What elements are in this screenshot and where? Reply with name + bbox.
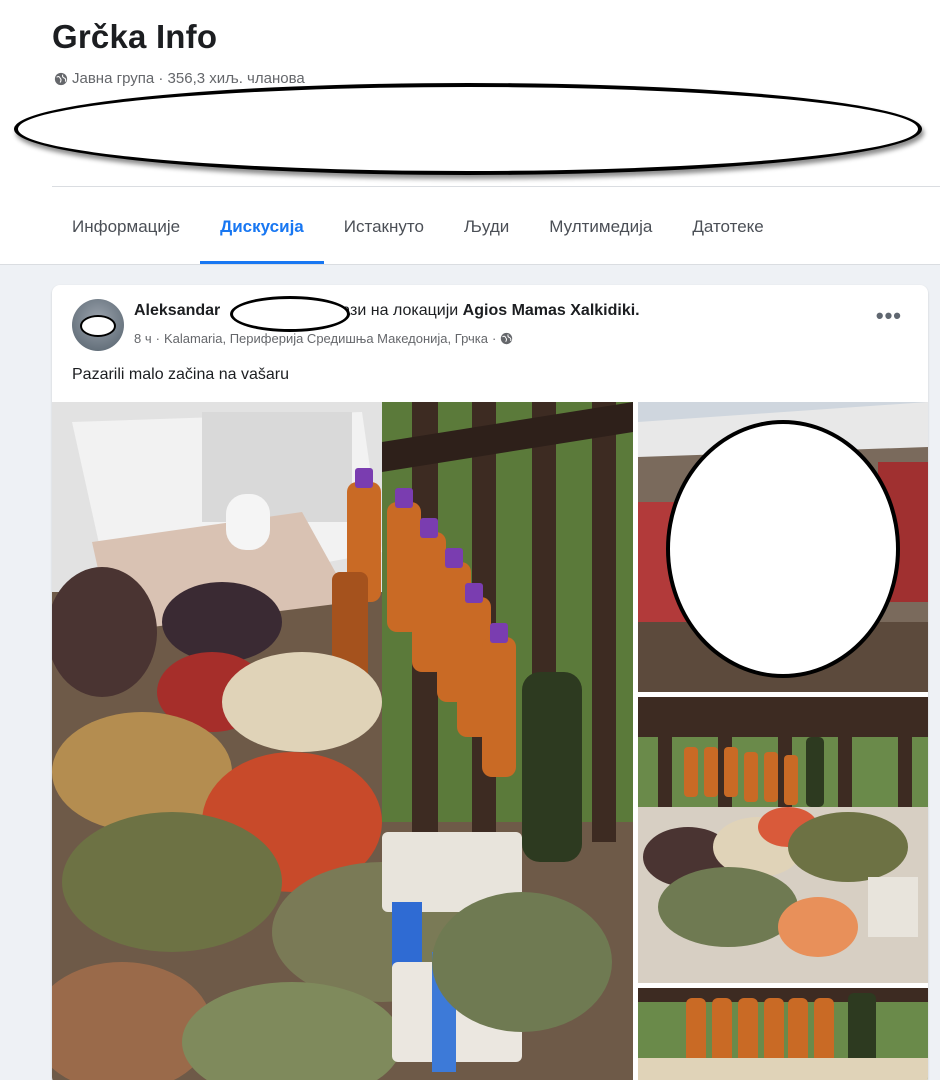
- group-meta-text: Јавна група · 356,3 хиљ. чланова: [72, 70, 305, 87]
- photo-redaction: [666, 420, 900, 678]
- post-time[interactable]: 8 ч: [134, 331, 152, 346]
- balcony-photo: [638, 697, 928, 983]
- location-link[interactable]: Agios Mamas Xalkidiki.: [463, 302, 640, 319]
- avatar[interactable]: [72, 299, 124, 351]
- group-title[interactable]: Grčka Info: [52, 18, 217, 56]
- spices-photo: [52, 402, 633, 1080]
- globe-icon: [501, 332, 513, 345]
- group-meta: Јавна група · 356,3 хиљ. чланова: [54, 70, 305, 87]
- tab-media[interactable]: Мултимедија: [529, 190, 672, 264]
- group-tabs: Информације Дискусија Истакнуто Људи Мул…: [52, 190, 784, 264]
- tab-discussion[interactable]: Дискусија: [200, 190, 324, 264]
- tab-featured[interactable]: Истакнуто: [324, 190, 444, 264]
- tab-information[interactable]: Информације: [52, 190, 200, 264]
- header-divider: [52, 186, 940, 187]
- post-photo-main[interactable]: [52, 402, 633, 1080]
- post-subline: 8 ч · Kalamaria, Периферија Средишња Мак…: [134, 331, 513, 346]
- group-header: Grčka Info Јавна група · 356,3 хиљ. члан…: [0, 0, 940, 265]
- post-place: Kalamaria, Периферија Средишња Македониј…: [163, 331, 488, 346]
- tab-files[interactable]: Датотеке: [672, 190, 783, 264]
- post-photo-side-2[interactable]: [638, 697, 928, 983]
- redaction-oval: [14, 83, 922, 175]
- post-photo-side-1[interactable]: [638, 402, 928, 692]
- tab-people[interactable]: Људи: [444, 190, 529, 264]
- name-redaction: [230, 296, 350, 332]
- post-author-line: Aleksandar налази на локацији Agios Mamas…: [134, 302, 640, 320]
- separator-dot: ·: [155, 331, 160, 346]
- separator-dot: ·: [492, 331, 497, 346]
- avatar-redaction: [80, 315, 116, 337]
- bottles-photo: [638, 988, 928, 1080]
- post-photo-side-3[interactable]: [638, 988, 928, 1080]
- post-card: Aleksandar налази на локацији Agios Mamas…: [52, 285, 928, 1080]
- author-name[interactable]: Aleksandar: [134, 302, 220, 319]
- more-options-button[interactable]: •••: [876, 305, 902, 327]
- post-text: Pazarili malo začina na vašaru: [72, 366, 289, 383]
- globe-icon: [54, 72, 68, 85]
